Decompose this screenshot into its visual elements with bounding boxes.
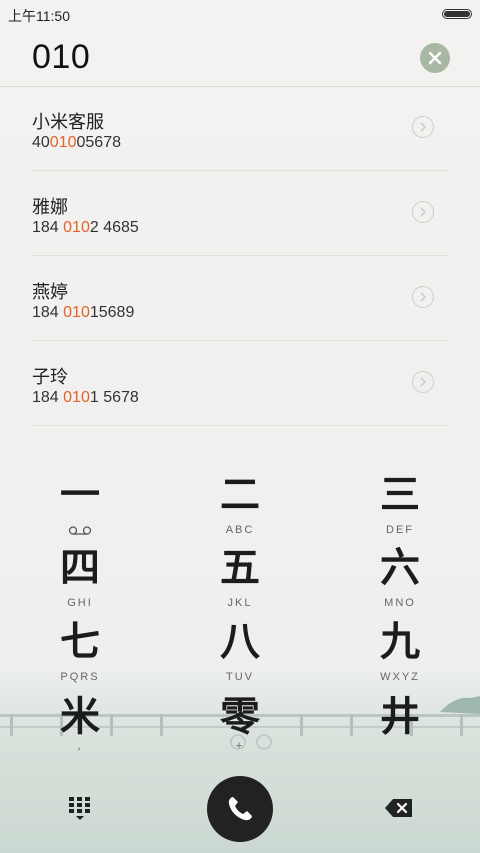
contact-results-list: 小米客服 4001005678 雅娜 184 0102 4685 燕婷 184 …	[0, 86, 480, 426]
contact-number: 184 01015689	[32, 304, 135, 321]
clear-button[interactable]	[420, 43, 450, 73]
contact-detail-button[interactable]	[412, 116, 434, 138]
call-button[interactable]	[207, 776, 273, 842]
list-item[interactable]: 燕婷 184 01015689	[32, 256, 448, 341]
contact-detail-button[interactable]	[412, 286, 434, 308]
key-8[interactable]: 八 TUV	[160, 619, 320, 693]
key-2[interactable]: 二 ABC	[160, 472, 320, 546]
battery-icon	[442, 9, 472, 19]
voicemail-icon	[68, 526, 92, 535]
contact-name: 燕婷	[32, 282, 68, 302]
contact-number: 4001005678	[32, 134, 121, 151]
key-3[interactable]: 三 DEF	[320, 472, 480, 546]
key-star[interactable]: 米 ,	[0, 694, 160, 768]
key-hash[interactable]: 井	[320, 694, 480, 768]
status-bar: 上午11:50	[0, 0, 480, 28]
dial-keypad: 一 二 ABC 三 DEF 四 GHI 五 JKL 六 MNO 七 PQRS 八…	[0, 462, 480, 762]
key-7[interactable]: 七 PQRS	[0, 619, 160, 693]
contact-number: 184 0102 4685	[32, 219, 139, 236]
contact-number: 184 0101 5678	[32, 389, 139, 406]
contact-name: 子玲	[32, 367, 68, 387]
close-icon	[428, 51, 442, 65]
chevron-right-icon	[420, 122, 427, 132]
dialpad-icon[interactable]	[66, 794, 94, 822]
phone-icon	[228, 797, 252, 821]
status-time: 上午11:50	[8, 8, 70, 24]
chevron-right-icon	[420, 207, 427, 217]
backspace-icon[interactable]	[384, 798, 414, 818]
contact-name: 雅娜	[32, 197, 68, 217]
dialed-number[interactable]: 010	[32, 38, 90, 77]
key-1[interactable]: 一	[0, 472, 160, 546]
contact-detail-button[interactable]	[412, 371, 434, 393]
contact-detail-button[interactable]	[412, 201, 434, 223]
key-5[interactable]: 五 JKL	[160, 545, 320, 619]
chevron-right-icon	[420, 292, 427, 302]
list-item[interactable]: 子玲 184 0101 5678	[32, 341, 448, 426]
key-9[interactable]: 九 WXYZ	[320, 619, 480, 693]
dial-input-bar: 010	[0, 28, 480, 87]
key-6[interactable]: 六 MNO	[320, 545, 480, 619]
dialer-action-bar	[0, 770, 480, 850]
list-item[interactable]: 小米客服 4001005678	[32, 86, 448, 171]
key-0[interactable]: 零 +	[160, 694, 320, 768]
key-4[interactable]: 四 GHI	[0, 545, 160, 619]
contact-name: 小米客服	[32, 112, 104, 132]
chevron-right-icon	[420, 377, 427, 387]
list-item[interactable]: 雅娜 184 0102 4685	[32, 171, 448, 256]
